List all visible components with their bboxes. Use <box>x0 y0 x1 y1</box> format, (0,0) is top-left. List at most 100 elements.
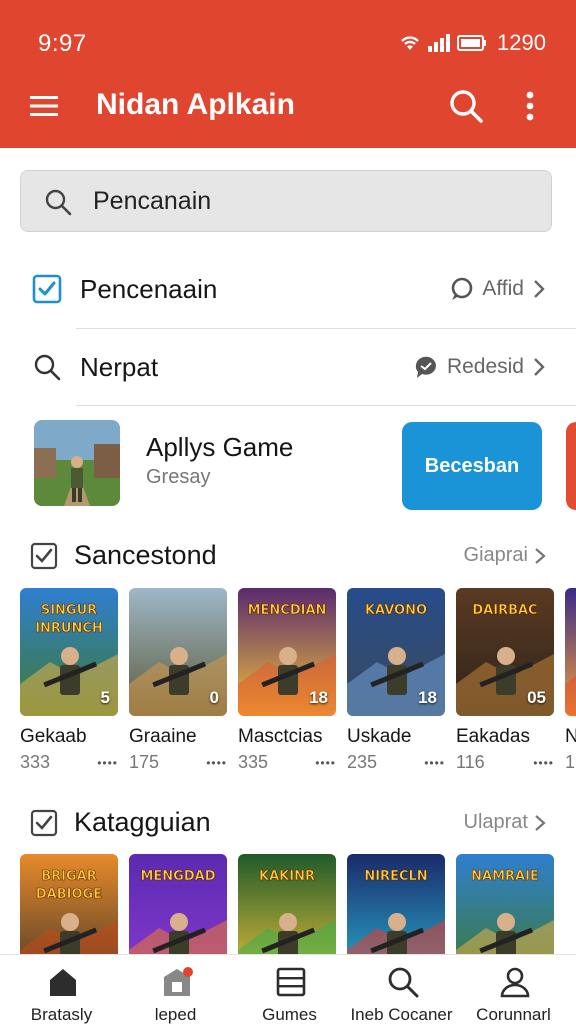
game-tile-name: Masctcias <box>238 726 323 747</box>
search-icon <box>388 967 419 998</box>
game-tile-count: 235 <box>347 752 378 772</box>
svg-text:SINGUR: SINGUR <box>41 603 97 618</box>
chevron-right-icon <box>535 547 546 564</box>
nav-label: Ineb Cocaner <box>350 1005 453 1024</box>
nav-item-search[interactable]: Ineb Cocaner <box>344 955 459 1024</box>
game-tile[interactable]: NAMRAIE <box>456 854 556 954</box>
game-tile-count: 335 <box>238 752 269 772</box>
signal-icon <box>428 34 451 52</box>
row-action[interactable]: Affid <box>448 276 546 302</box>
menu-icon[interactable] <box>26 88 62 124</box>
nav-item-games[interactable]: Gumes <box>232 955 347 1024</box>
svg-text:MENGDAD: MENGDAD <box>140 869 215 884</box>
list-icon <box>276 967 306 997</box>
status-time: 9:97 <box>38 30 87 57</box>
game-tile[interactable]: 0 Graaine 175 •••• <box>129 588 229 773</box>
bottom-navigation: Bratasly leped Gumes Ineb Cocaner Corunn… <box>0 954 576 1024</box>
more-horiz-icon[interactable]: •••• <box>97 752 118 773</box>
svg-text:KAVONO: KAVONO <box>365 603 427 618</box>
game-tile-meta: 235 •••• <box>347 752 445 773</box>
section-more-label: Ulaprat <box>463 811 528 833</box>
list-row-pencenaain[interactable]: Pencenaain Affid <box>0 254 576 328</box>
nav-label: leped <box>154 1005 197 1024</box>
game-tile[interactable]: SINGUR INRUNCH 5 Gekaab 333 •••• <box>20 588 120 773</box>
game-tile-count: 1 <box>565 752 576 772</box>
checkbox-checked-icon[interactable] <box>30 542 58 570</box>
game-tile-count: 175 <box>129 752 160 772</box>
chevron-right-icon <box>534 280 545 298</box>
search-icon <box>34 354 61 381</box>
game-tile-art: BRIGAR DABIOGE <box>20 854 118 954</box>
featured-action-button[interactable]: Becesban <box>402 422 542 510</box>
game-tile-badge: 05 <box>527 688 546 707</box>
next-card-peek[interactable] <box>566 422 576 510</box>
row-label: Nerpat <box>80 352 159 382</box>
game-tile-badge: 0 <box>209 688 219 707</box>
row-label: Pencenaain <box>80 274 218 304</box>
chevron-right-icon <box>535 814 546 831</box>
game-tile-art: MENGDAD <box>129 854 227 954</box>
search-icon <box>45 189 72 216</box>
game-tile[interactable]: MENGDAD <box>129 854 229 954</box>
nav-item-store[interactable]: leped <box>118 955 233 1024</box>
game-tile[interactable]: KAVONO 18 Uskade 235 •••• <box>347 588 447 773</box>
status-bar: 9:97 1290 <box>0 0 576 80</box>
more-vert-icon[interactable] <box>514 86 546 126</box>
nav-label: Corunnarl <box>476 1005 551 1024</box>
search-icon[interactable] <box>446 86 486 126</box>
game-tile-meta: 335 •••• <box>238 752 336 773</box>
game-tile[interactable]: MENCDIAN 18 Masctcias 335 •••• <box>238 588 338 773</box>
game-tile-art: DAIRBAC 05 <box>456 588 554 716</box>
svg-text:NIRECLN: NIRECLN <box>364 869 427 884</box>
game-tile-count: 333 <box>20 752 51 772</box>
section-header-sancestond: Sancestond Giaprai <box>0 532 576 582</box>
game-tile-meta: 116 •••• <box>456 752 554 773</box>
game-tile[interactable]: NIRECLN <box>347 854 447 954</box>
game-subtitle: Gresay <box>146 466 211 488</box>
nav-label: Gumes <box>262 1005 317 1024</box>
game-tile[interactable]: N 1•••• <box>565 588 576 773</box>
status-icons: 1290 <box>399 30 546 56</box>
nav-item-account[interactable]: Corunnarl <box>456 955 571 1024</box>
featured-game-card[interactable]: Apllys Game Gresay Becesban <box>0 410 576 520</box>
section-title: Sancestond <box>74 540 217 570</box>
svg-text:DABIOGE: DABIOGE <box>36 887 102 902</box>
game-tile-art <box>565 588 576 716</box>
game-tile[interactable]: BRIGAR DABIOGE <box>20 854 120 954</box>
svg-text:BRIGAR: BRIGAR <box>41 869 97 884</box>
app-bar: 9:97 1290 Nidan Aplkain <box>0 0 576 148</box>
game-tile-art: MENCDIAN 18 <box>238 588 336 716</box>
section-header-katagguian: Katagguian Ulaprat <box>0 799 576 849</box>
game-tile[interactable]: KAKINR <box>238 854 338 954</box>
game-tile-badge: 18 <box>418 688 437 707</box>
game-tiles-row: SINGUR INRUNCH 5 Gekaab 333 •••• 0 Graaine 175 ••… <box>0 588 576 778</box>
nav-item-home[interactable]: Bratasly <box>4 955 119 1024</box>
row-action-label: Redesid <box>446 355 524 378</box>
svg-text:MENCDIAN: MENCDIAN <box>248 603 327 618</box>
more-horiz-icon[interactable]: •••• <box>424 752 445 773</box>
toolbar: Nidan Aplkain <box>0 78 576 138</box>
game-tile-name: Gekaab <box>20 726 87 747</box>
svg-text:NAMRAIE: NAMRAIE <box>471 869 539 884</box>
game-tiles-row: BRIGAR DABIOGE MENGDAD KAKINR NIRECLN NAMRAIE <box>0 854 576 954</box>
game-tile-meta: 175 •••• <box>129 752 227 773</box>
game-tile-count: 116 <box>456 752 485 772</box>
game-tile[interactable]: DAIRBAC 05 Eakadas 116 •••• <box>456 588 556 773</box>
nav-label: Bratasly <box>30 1005 93 1024</box>
game-tile-badge: 5 <box>100 688 110 707</box>
game-tile-art: SINGUR INRUNCH 5 <box>20 588 118 716</box>
more-horiz-icon[interactable]: •••• <box>206 752 227 773</box>
section-more-link[interactable]: Ulaprat <box>464 811 546 834</box>
section-more-link[interactable]: Giaprai <box>464 544 546 567</box>
search-bar[interactable] <box>20 170 552 232</box>
chevron-right-icon <box>534 358 545 376</box>
more-horiz-icon[interactable]: •••• <box>533 752 554 773</box>
search-input[interactable] <box>93 171 533 231</box>
checkbox-checked-icon[interactable] <box>30 809 58 837</box>
checkbox-checked-icon[interactable] <box>32 274 62 304</box>
row-action[interactable]: Redesid <box>413 354 546 380</box>
more-horiz-icon[interactable]: •••• <box>315 752 336 773</box>
game-tile-art: KAVONO 18 <box>347 588 445 716</box>
row-action-label: Affid <box>482 277 524 300</box>
list-row-nerpat[interactable]: Nerpat Redesid <box>0 332 576 406</box>
